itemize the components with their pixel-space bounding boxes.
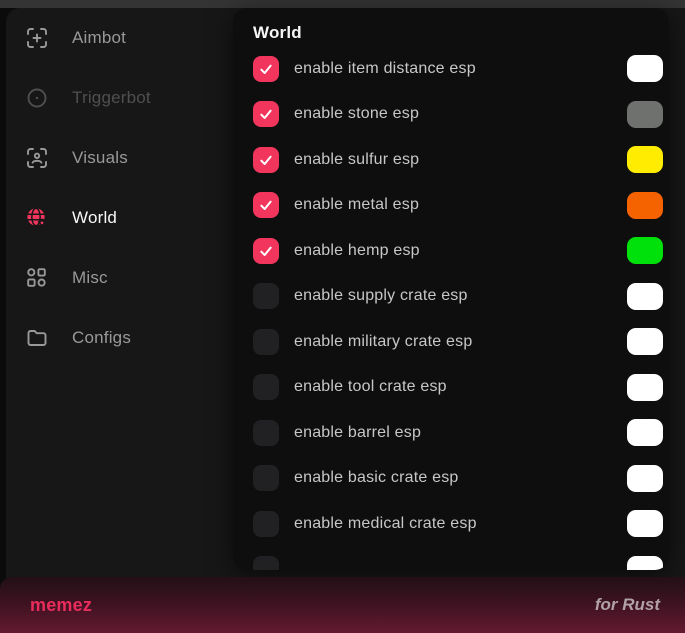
esp-option-row: enable stone esp [233, 92, 669, 138]
esp-option-row: enable sulfur esp [233, 137, 669, 183]
esp-checkbox[interactable] [253, 420, 279, 446]
esp-option-label: enable hemp esp [294, 242, 420, 260]
checkmark-icon [258, 197, 274, 213]
sidebar-item-configs[interactable]: Configs [6, 308, 233, 368]
footer-bar: memez for Rust [0, 577, 685, 633]
esp-color-swatch[interactable] [627, 556, 663, 570]
sidebar-item-world[interactable]: World [6, 188, 233, 248]
esp-option-row: enable basic crate esp [233, 456, 669, 502]
esp-option-label: enable basic crate esp [294, 469, 459, 487]
esp-option-label: enable item distance esp [294, 60, 476, 78]
esp-option-label: enable tool crate esp [294, 378, 447, 396]
esp-option-label: enable military crate esp [294, 333, 472, 351]
esp-color-swatch[interactable] [627, 55, 663, 82]
cheat-menu-window: Aimbot Triggerbot [0, 0, 685, 633]
esp-color-swatch[interactable] [627, 374, 663, 401]
esp-checkbox[interactable] [253, 101, 279, 127]
scan-person-icon [25, 146, 49, 170]
crosshair-icon [25, 26, 49, 50]
esp-option-row: enable metal esp [233, 183, 669, 229]
checkmark-icon [258, 152, 274, 168]
esp-color-swatch[interactable] [627, 192, 663, 219]
esp-color-swatch[interactable] [627, 510, 663, 537]
esp-checkbox[interactable] [253, 329, 279, 355]
esp-checkbox[interactable] [253, 56, 279, 82]
esp-option-row: enable medical crate esp [233, 501, 669, 547]
esp-option-label: enable supply crate esp [294, 287, 468, 305]
esp-checkbox[interactable] [253, 238, 279, 264]
panel-title: World [233, 8, 669, 46]
esp-color-swatch[interactable] [627, 237, 663, 264]
esp-option-label: enable stone esp [294, 105, 419, 123]
esp-option-row: enable hemp esp [233, 228, 669, 274]
esp-color-swatch[interactable] [627, 101, 663, 128]
esp-checkbox[interactable] [253, 147, 279, 173]
checkmark-icon [258, 61, 274, 77]
esp-color-swatch[interactable] [627, 283, 663, 310]
esp-option-row: enable military crate esp [233, 319, 669, 365]
esp-option-label: enable sulfur esp [294, 151, 419, 169]
esp-color-swatch[interactable] [627, 419, 663, 446]
esp-checkbox[interactable] [253, 192, 279, 218]
sidebar-item-label: Configs [72, 328, 131, 348]
target-icon [25, 86, 49, 110]
esp-option-label: enable metal esp [294, 196, 419, 214]
checkmark-icon [258, 106, 274, 122]
sidebar-item-label: Misc [72, 268, 108, 288]
esp-option-row [233, 547, 669, 571]
sidebar: Aimbot Triggerbot [6, 8, 233, 368]
sidebar-item-visuals[interactable]: Visuals [6, 128, 233, 188]
sidebar-item-triggerbot[interactable]: Triggerbot [6, 68, 233, 128]
brand-name: memez [30, 595, 92, 616]
esp-options-list: enable item distance esp enable stone es… [233, 46, 669, 570]
esp-color-swatch[interactable] [627, 465, 663, 492]
sidebar-item-aimbot[interactable]: Aimbot [6, 8, 233, 68]
sidebar-item-label: Visuals [72, 148, 128, 168]
esp-color-swatch[interactable] [627, 328, 663, 355]
sidebar-item-label: World [72, 208, 117, 228]
background-strip [0, 0, 685, 8]
folder-icon [25, 326, 49, 350]
globe-star-icon [25, 206, 49, 230]
esp-checkbox[interactable] [253, 556, 279, 570]
shapes-icon [25, 266, 49, 290]
world-panel: World enable item distance esp enable st… [233, 8, 669, 570]
esp-option-row: enable barrel esp [233, 410, 669, 456]
menu-body: Aimbot Triggerbot [6, 8, 685, 578]
esp-option-row: enable item distance esp [233, 46, 669, 92]
sidebar-item-label: Triggerbot [72, 88, 151, 108]
game-tagline: for Rust [595, 595, 660, 615]
esp-checkbox[interactable] [253, 511, 279, 537]
esp-option-label: enable medical crate esp [294, 515, 477, 533]
checkmark-icon [258, 243, 274, 259]
esp-color-swatch[interactable] [627, 146, 663, 173]
esp-option-label: enable barrel esp [294, 424, 421, 442]
esp-option-row: enable tool crate esp [233, 365, 669, 411]
esp-checkbox[interactable] [253, 283, 279, 309]
esp-option-row: enable supply crate esp [233, 274, 669, 320]
sidebar-item-misc[interactable]: Misc [6, 248, 233, 308]
esp-checkbox[interactable] [253, 465, 279, 491]
sidebar-item-label: Aimbot [72, 28, 126, 48]
esp-checkbox[interactable] [253, 374, 279, 400]
